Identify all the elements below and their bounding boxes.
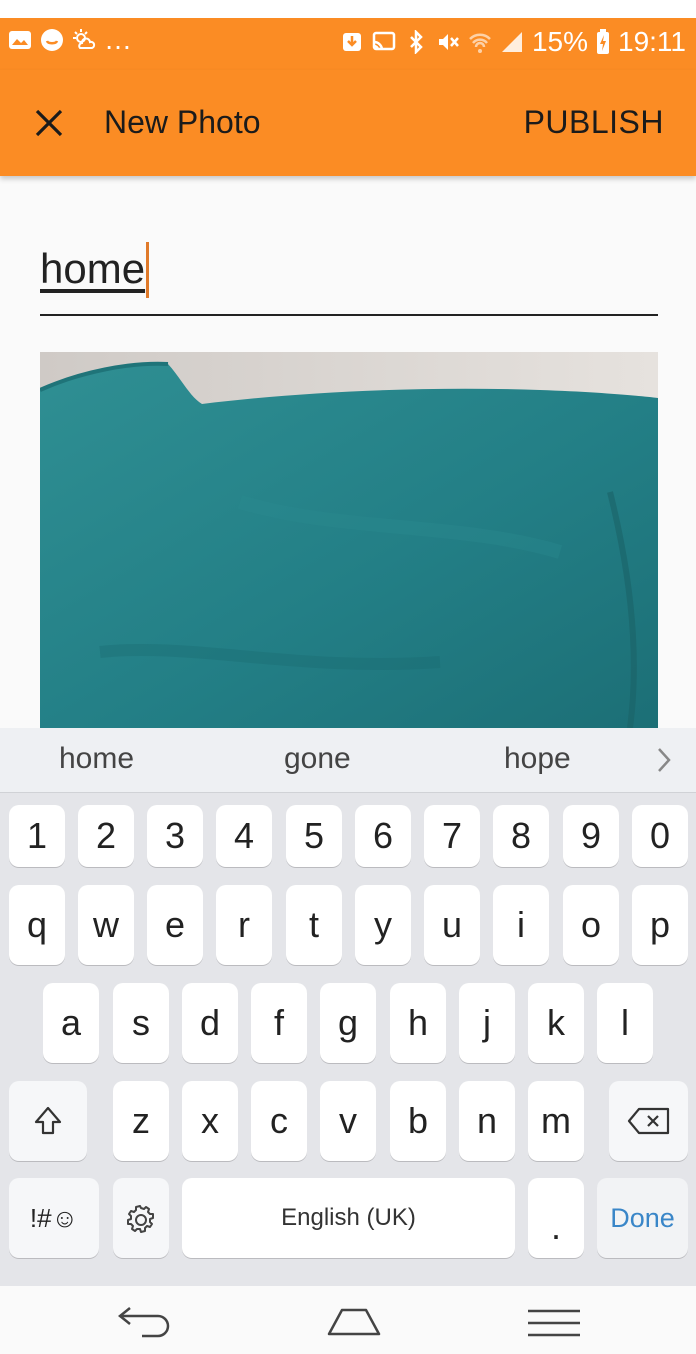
shift-key[interactable] xyxy=(9,1081,87,1161)
backspace-key[interactable] xyxy=(609,1081,688,1161)
key-a[interactable]: a xyxy=(43,983,99,1063)
weather-icon xyxy=(73,29,96,49)
top-strip xyxy=(0,0,696,18)
suggestion-bar: home gone hope xyxy=(0,728,696,793)
page-title: New Photo xyxy=(104,104,261,140)
key-9[interactable]: 9 xyxy=(563,805,619,867)
clock: 19:11 xyxy=(618,26,686,57)
text-cursor xyxy=(146,242,150,298)
gear-icon xyxy=(127,1205,154,1233)
key-i[interactable]: i xyxy=(493,885,549,965)
settings-key[interactable] xyxy=(113,1178,169,1258)
cast-icon xyxy=(372,31,396,51)
key-2[interactable]: 2 xyxy=(78,805,134,867)
bluetooth-icon xyxy=(410,30,423,54)
space-key[interactable]: English (UK) xyxy=(182,1178,515,1258)
key-d[interactable]: d xyxy=(182,983,238,1063)
close-button[interactable] xyxy=(26,100,72,146)
recent-apps-icon[interactable] xyxy=(526,1308,582,1338)
key-j[interactable]: j xyxy=(459,983,515,1063)
caption-value: home xyxy=(40,245,146,293)
publish-button[interactable]: PUBLISH xyxy=(524,104,664,141)
key-s[interactable]: s xyxy=(113,983,169,1063)
notification-icons: … xyxy=(8,24,132,55)
more-notifications-icon: … xyxy=(104,24,132,55)
key-z[interactable]: z xyxy=(113,1081,169,1161)
signal-icon xyxy=(501,32,522,52)
app-bar: New Photo PUBLISH xyxy=(0,70,696,176)
period-key[interactable]: . xyxy=(528,1178,584,1258)
key-r[interactable]: r xyxy=(216,885,272,965)
status-bar: … 15% 19:11 xyxy=(0,18,696,70)
suggestion-3[interactable]: hope xyxy=(504,742,571,776)
home-icon[interactable] xyxy=(326,1306,382,1338)
mute-icon xyxy=(438,34,459,50)
suggestion-2[interactable]: gone xyxy=(284,742,351,776)
key-f[interactable]: f xyxy=(251,983,307,1063)
chevron-right-icon[interactable] xyxy=(654,746,674,774)
key-b[interactable]: b xyxy=(390,1081,446,1161)
key-o[interactable]: o xyxy=(563,885,619,965)
battery-percent: 15% xyxy=(531,26,588,57)
key-8[interactable]: 8 xyxy=(493,805,549,867)
key-h[interactable]: h xyxy=(390,983,446,1063)
key-q[interactable]: q xyxy=(9,885,65,965)
key-4[interactable]: 4 xyxy=(216,805,272,867)
soft-keyboard: home gone hope 1 2 3 4 5 6 7 8 9 0 q w e… xyxy=(0,728,696,1286)
key-k[interactable]: k xyxy=(528,983,584,1063)
key-u[interactable]: u xyxy=(424,885,480,965)
backspace-icon xyxy=(627,1107,669,1135)
back-icon[interactable] xyxy=(116,1302,176,1338)
key-g[interactable]: g xyxy=(320,983,376,1063)
done-key[interactable]: Done xyxy=(597,1178,688,1258)
wifi-icon xyxy=(469,33,491,53)
key-x[interactable]: x xyxy=(182,1081,238,1161)
key-5[interactable]: 5 xyxy=(286,805,342,867)
system-icons: 15% 19:11 xyxy=(340,26,686,58)
photo-preview xyxy=(40,352,658,728)
gallery-icon xyxy=(9,31,31,49)
key-3[interactable]: 3 xyxy=(147,805,203,867)
key-p[interactable]: p xyxy=(632,885,688,965)
suggestion-1[interactable]: home xyxy=(59,742,134,776)
key-n[interactable]: n xyxy=(459,1081,515,1161)
key-6[interactable]: 6 xyxy=(355,805,411,867)
key-y[interactable]: y xyxy=(355,885,411,965)
photo-preview-image xyxy=(40,352,658,728)
key-e[interactable]: e xyxy=(147,885,203,965)
close-icon xyxy=(35,109,63,137)
battery-icon xyxy=(597,29,609,54)
key-w[interactable]: w xyxy=(78,885,134,965)
key-7[interactable]: 7 xyxy=(424,805,480,867)
key-1[interactable]: 1 xyxy=(9,805,65,867)
key-t[interactable]: t xyxy=(286,885,342,965)
key-0[interactable]: 0 xyxy=(632,805,688,867)
navigation-bar xyxy=(0,1286,696,1354)
key-v[interactable]: v xyxy=(320,1081,376,1161)
key-c[interactable]: c xyxy=(251,1081,307,1161)
caption-input[interactable]: home xyxy=(40,230,658,316)
shift-icon xyxy=(34,1106,62,1135)
key-l[interactable]: l xyxy=(597,983,653,1063)
symbols-key[interactable]: !#☺ xyxy=(9,1178,99,1258)
download-icon xyxy=(342,33,361,51)
chat-icon xyxy=(41,29,63,51)
key-m[interactable]: m xyxy=(528,1081,584,1161)
